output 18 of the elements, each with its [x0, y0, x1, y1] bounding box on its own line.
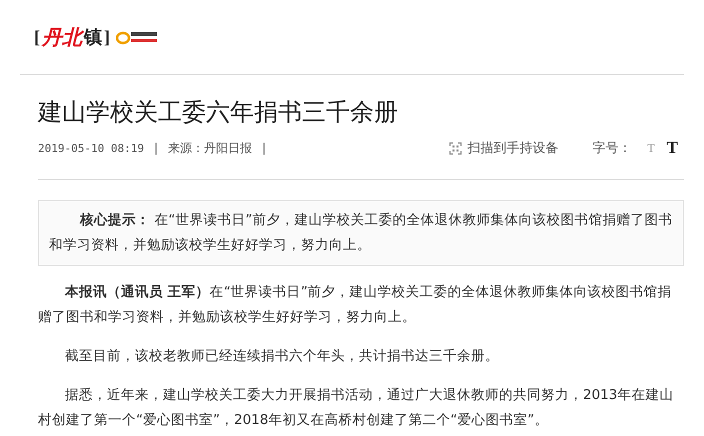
logo-bracket: [	[34, 26, 40, 48]
separator: |	[262, 141, 266, 155]
article-paragraph: 截至目前，该校老教师已经连续捐书六个年头，共计捐书达三千余册。	[64, 347, 500, 366]
scan-icon[interactable]	[449, 142, 462, 154]
article-paragraph: 据悉，近年来，建山学校关工委大力开展捐书活动，通过广大退休教师的共同努力，2013年在建山村创建了第一个“爱心图书室”，2018年初又在高桥村创建了第二个“爱心图书室”。	[38, 386, 674, 430]
summary-text: 核心提示： 在“世界读书日”前夕，建山学校关工委的全体退休教师集体向该校图书馆捐赠了图书和学习资料，并勉励该校学生好好学习，努力向上。	[49, 211, 673, 255]
source-label: 来源：丹阳日报	[168, 140, 252, 156]
logo-bracket: ]	[104, 26, 110, 48]
font-size-label: 字号：	[592, 140, 632, 157]
article-paragraph: 本报讯（通讯员 王军）在“世界读书日”前夕，建山学校关工委的全体退休教师集体向该校图书馆捐赠了图书和学习资料，并勉励该校学生好好学习，努力向上。	[38, 283, 673, 327]
scan-link[interactable]: 扫描到手持设备	[467, 139, 558, 157]
site-logo-icon	[116, 29, 160, 45]
article-title: 建山学校关工委六年捐书三千余册	[38, 97, 399, 128]
font-size-button[interactable]: T	[660, 138, 684, 158]
publish-time: 2019-05-10 08:19	[38, 142, 144, 154]
separator: |	[154, 141, 158, 155]
logo-text: 丹北	[42, 24, 82, 50]
logo-suffix: 镇	[84, 26, 102, 49]
